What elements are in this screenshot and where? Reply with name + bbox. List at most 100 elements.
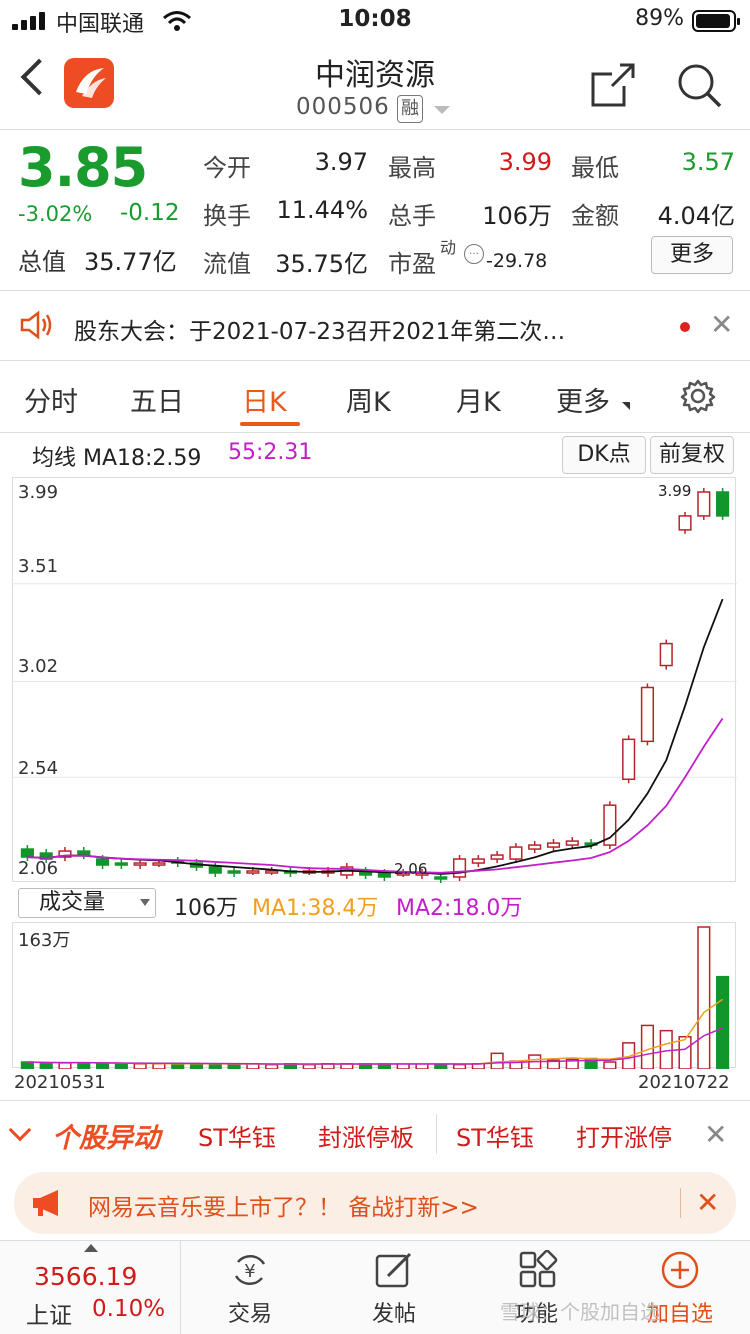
watermark: 雪球：个股加自选	[500, 1300, 660, 1324]
unread-dot	[680, 322, 690, 332]
ma55-line	[27, 717, 724, 874]
expand-up-icon[interactable]	[84, 1244, 98, 1252]
index-name: 上证	[26, 1303, 72, 1329]
movement-stock[interactable]: ST华钰	[198, 1118, 276, 1153]
candle	[678, 515, 692, 531]
volume-bar	[58, 1062, 72, 1070]
volume-value: 106万	[482, 202, 552, 230]
megaphone-icon	[33, 1190, 58, 1216]
tab-monthly-k[interactable]: 月K	[456, 380, 501, 419]
volume-bar	[716, 975, 730, 1070]
close-icon[interactable]: ✕	[704, 1118, 727, 1151]
tab-weekly-k[interactable]: 周K	[346, 380, 391, 419]
divider	[680, 1188, 681, 1218]
notice-bar[interactable]: 股东大会：于2021-07-23召开2021年第二次…	[0, 296, 750, 356]
pe-value: -29.78	[486, 250, 548, 272]
candle	[640, 686, 655, 743]
volume-bar	[227, 1063, 241, 1070]
turnover-value: 11.44%	[276, 196, 368, 224]
dk-point-button[interactable]: DK点	[562, 436, 646, 474]
high-value: 3.99	[498, 148, 552, 176]
info-icon[interactable]: …	[464, 244, 484, 264]
pe-label: 市盈	[388, 250, 436, 278]
tab-intraday[interactable]: 分时	[24, 380, 78, 419]
ad-text[interactable]: 网易云音乐要上市了？！ 备战打新>>	[88, 1188, 479, 1222]
candlestick-chart[interactable]	[12, 477, 737, 883]
divider	[0, 432, 750, 433]
volume-legend: 106万	[174, 896, 238, 921]
y-tick: 3.02	[18, 656, 59, 677]
index-value[interactable]: 3566.19	[34, 1262, 137, 1291]
change-amount: -0.12	[120, 200, 180, 226]
add-watchlist-icon[interactable]	[660, 1250, 700, 1290]
index-percent: 0.10%	[92, 1296, 166, 1322]
post-label[interactable]: 发帖	[334, 1296, 454, 1328]
function-grid-icon[interactable]	[518, 1250, 558, 1290]
volume-bar	[265, 1063, 279, 1070]
divider	[180, 1240, 181, 1334]
adjust-button[interactable]: 前复权	[650, 436, 734, 474]
battery-icon	[692, 10, 740, 32]
close-icon[interactable]: ✕	[710, 308, 733, 341]
search-icon[interactable]	[676, 62, 722, 108]
candle	[77, 850, 91, 856]
stock-code[interactable]: 000506	[296, 94, 390, 120]
float-value: 35.75亿	[275, 250, 368, 278]
amount-value: 4.04亿	[657, 202, 735, 230]
ma18-line	[27, 598, 724, 875]
candle	[377, 872, 391, 878]
y-tick: 2.54	[18, 758, 59, 779]
candle	[246, 870, 260, 874]
chevron-down-icon[interactable]	[8, 1118, 32, 1142]
volume-ma2-line	[27, 1027, 723, 1065]
candle	[546, 842, 561, 848]
y-tick: 3.51	[18, 556, 59, 577]
volume-bar	[114, 1063, 128, 1070]
candle	[622, 738, 636, 780]
candle	[133, 862, 147, 866]
gear-icon[interactable]	[680, 378, 716, 414]
movement-event[interactable]: 封涨停板	[318, 1118, 414, 1153]
tab-daily-k[interactable]: 日K	[242, 380, 287, 419]
trade-label[interactable]: 交易	[190, 1296, 310, 1328]
post-icon[interactable]	[374, 1250, 414, 1290]
indicator-select[interactable]: 成交量	[18, 888, 156, 918]
pe-dynamic-label: 动	[440, 238, 457, 257]
tab-more[interactable]: 更多	[556, 380, 610, 419]
more-caret-icon	[622, 402, 630, 410]
trade-icon[interactable]: ¥	[230, 1250, 270, 1290]
low-label: 最低	[571, 154, 619, 182]
volume-ma1-legend: MA1:38.4万	[252, 896, 379, 921]
share-icon[interactable]	[590, 62, 636, 108]
volume-bar	[452, 1063, 467, 1070]
max-price-marker: 3.99	[658, 482, 692, 500]
volume-label: 总手	[388, 202, 436, 230]
movement-stock[interactable]: ST华钰	[456, 1118, 534, 1153]
tab-five-day[interactable]: 五日	[130, 380, 184, 419]
candle	[114, 862, 128, 866]
battery-percent: 89%	[635, 6, 684, 31]
movement-event[interactable]: 打开涨停	[576, 1118, 672, 1153]
volume-bar	[152, 1063, 166, 1070]
ma-legend: 均线 MA18:2.59	[32, 446, 202, 471]
candle	[697, 491, 711, 517]
volume-bar	[171, 1063, 185, 1070]
more-button[interactable]: 更多	[651, 236, 733, 274]
total-value-label: 总值	[18, 248, 66, 276]
close-icon[interactable]: ✕	[696, 1186, 719, 1219]
volume-max-tick: 163万	[18, 930, 71, 951]
volume-ma1-line	[27, 998, 724, 1066]
high-label: 最高	[388, 154, 436, 182]
volume-chart[interactable]	[12, 922, 736, 1070]
candle	[95, 858, 110, 866]
candle	[528, 844, 542, 850]
total-value: 35.77亿	[84, 248, 177, 276]
stock-name: 中润资源	[315, 58, 435, 93]
candle	[20, 848, 34, 858]
open-value: 3.97	[314, 148, 368, 176]
svg-text:¥: ¥	[244, 1261, 255, 1282]
code-dropdown-icon[interactable]	[434, 106, 450, 114]
nav-bar: 中润资源 000506 融	[0, 40, 750, 130]
volume-bar	[697, 926, 711, 1070]
movement-title: 个股异动	[52, 1123, 160, 1154]
